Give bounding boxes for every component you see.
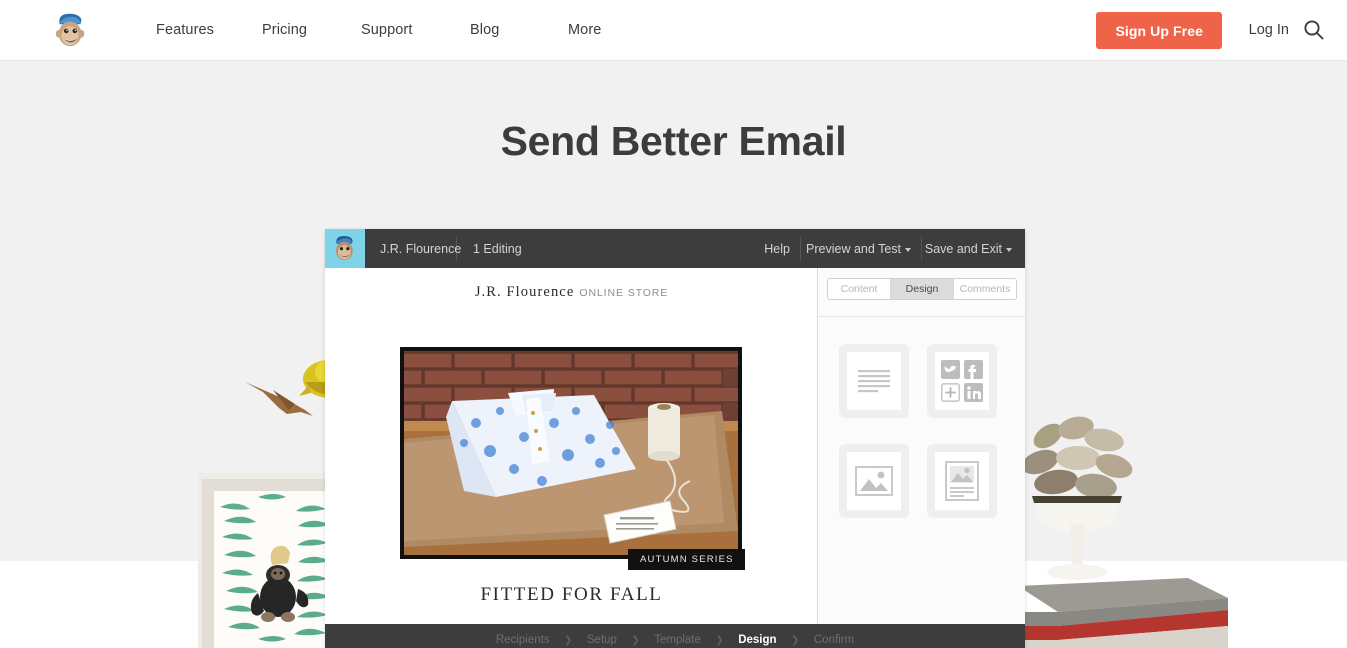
nav-link-pricing[interactable]: Pricing xyxy=(262,22,307,38)
chevron-down-icon xyxy=(905,247,911,252)
sign-up-free-button[interactable]: Sign Up Free xyxy=(1096,12,1222,49)
tile-preview xyxy=(935,352,989,410)
email-brand-subtitle: ONLINE STORE xyxy=(579,287,669,299)
wizard-step-recipients[interactable]: Recipients xyxy=(496,634,550,646)
mailchimp-freddie-logo-icon[interactable] xyxy=(52,11,90,49)
freddie-avatar-icon xyxy=(335,236,353,260)
search-icon[interactable] xyxy=(1303,19,1325,41)
social-follow-tile[interactable] xyxy=(927,344,997,418)
site-header: Features Pricing Support Blog More Sign … xyxy=(0,0,1347,61)
preview-and-test-menu[interactable]: Preview and Test xyxy=(806,242,911,256)
help-link[interactable]: Help xyxy=(764,242,790,256)
email-headline[interactable]: FITTED FOR FALL xyxy=(325,584,817,606)
facebook-icon xyxy=(964,360,983,379)
decorative-plant-and-books xyxy=(1018,416,1228,648)
email-editor-app: J.R. Flourence 1 Editing Help Preview an… xyxy=(325,229,1025,648)
save-and-exit-menu[interactable]: Save and Exit xyxy=(925,242,1012,256)
email-hero-image[interactable] xyxy=(400,347,742,559)
preview-and-test-label: Preview and Test xyxy=(806,242,901,256)
step-separator-icon: ❯ xyxy=(631,635,640,646)
wizard-step-design[interactable]: Design xyxy=(738,634,776,646)
panel-tabs: Content Design Comments xyxy=(827,278,1017,300)
wizard-steps: Recipients ❯ Setup ❯ Template ❯ Design ❯… xyxy=(325,630,1025,648)
linkedin-icon xyxy=(964,383,983,402)
decorative-framed-art xyxy=(198,473,346,648)
nav-link-features[interactable]: Features xyxy=(156,22,214,38)
image-with-caption-icon xyxy=(945,461,979,501)
email-brand-name: J.R. Flourence xyxy=(474,284,575,300)
toolbar-divider-3 xyxy=(921,237,922,260)
page-root: Features Pricing Support Blog More Sign … xyxy=(0,0,1347,648)
nav-link-more[interactable]: More xyxy=(568,22,601,38)
editor-toolbar: J.R. Flourence 1 Editing Help Preview an… xyxy=(325,229,1025,268)
step-separator-icon: ❯ xyxy=(791,635,800,646)
editing-status-label: 1 Editing xyxy=(473,242,522,256)
tile-preview xyxy=(847,352,901,410)
image-icon xyxy=(855,466,893,496)
tab-comments[interactable]: Comments xyxy=(954,279,1016,299)
log-in-link[interactable]: Log In xyxy=(1249,22,1289,38)
toolbar-divider-2 xyxy=(800,237,801,260)
design-panel: Content Design Comments xyxy=(819,268,1025,624)
text-block-tile[interactable] xyxy=(839,344,909,418)
status-badge: AUTUMN SERIES xyxy=(628,549,745,570)
save-and-exit-label: Save and Exit xyxy=(924,242,1002,256)
plus-icon xyxy=(941,382,960,402)
image-caption-tile[interactable] xyxy=(927,444,997,518)
wizard-step-template[interactable]: Template xyxy=(654,634,701,646)
chevron-down-icon xyxy=(1006,247,1012,252)
text-lines-icon xyxy=(858,370,890,393)
twitter-icon xyxy=(941,360,960,379)
campaign-name-label: J.R. Flourence xyxy=(380,242,462,256)
email-brand-header: J.R. Flourence ONLINE STORE xyxy=(325,283,817,301)
tab-design[interactable]: Design xyxy=(891,279,954,299)
step-separator-icon: ❯ xyxy=(564,635,573,646)
panel-divider xyxy=(819,316,1025,317)
wizard-step-setup[interactable]: Setup xyxy=(587,634,617,646)
page-title: Send Better Email xyxy=(500,118,847,164)
nav-link-blog[interactable]: Blog xyxy=(470,22,499,38)
campaign-wizard-bar: Recipients ❯ Setup ❯ Template ❯ Design ❯… xyxy=(325,624,1025,648)
tab-content[interactable]: Content xyxy=(828,279,891,299)
email-preview-pane[interactable]: J.R. Flourence ONLINE STORE AUTUMN SERIE… xyxy=(325,268,818,624)
tile-preview xyxy=(935,452,989,510)
wizard-step-confirm[interactable]: Confirm xyxy=(814,634,854,646)
editor-logo-tile[interactable] xyxy=(325,229,365,268)
step-separator-icon: ❯ xyxy=(715,635,724,646)
tile-preview xyxy=(847,452,901,510)
image-tile[interactable] xyxy=(839,444,909,518)
nav-link-support[interactable]: Support xyxy=(361,22,413,38)
